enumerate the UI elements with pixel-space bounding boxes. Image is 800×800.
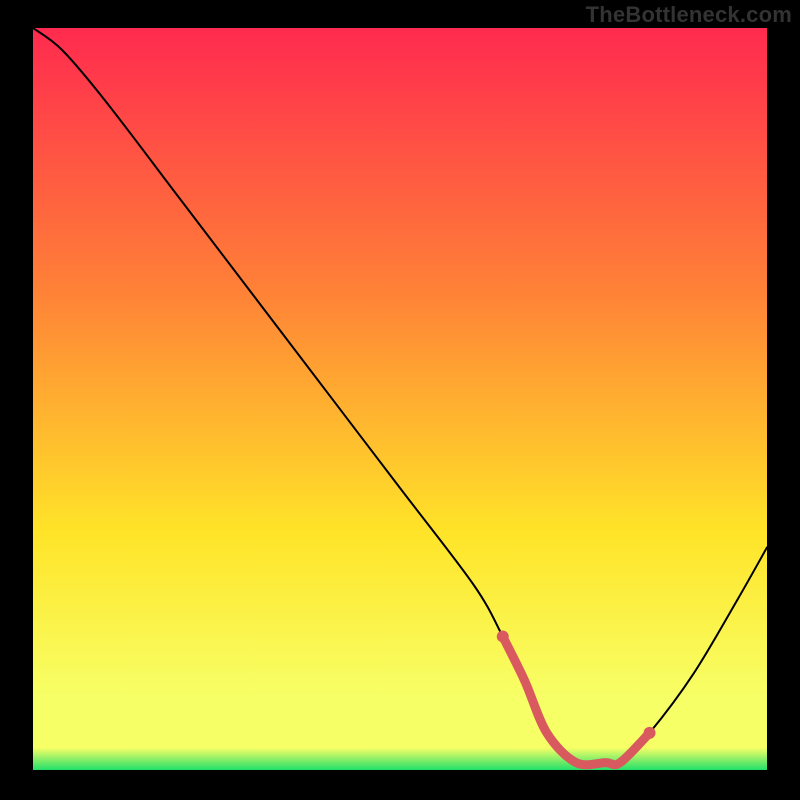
highlight-end-dot-right [644,727,656,739]
chart-frame: TheBottleneck.com [0,0,800,800]
watermark-text: TheBottleneck.com [586,2,792,28]
plot-background [33,28,767,770]
highlight-end-dot-left [497,630,509,642]
bottleneck-chart [0,0,800,800]
